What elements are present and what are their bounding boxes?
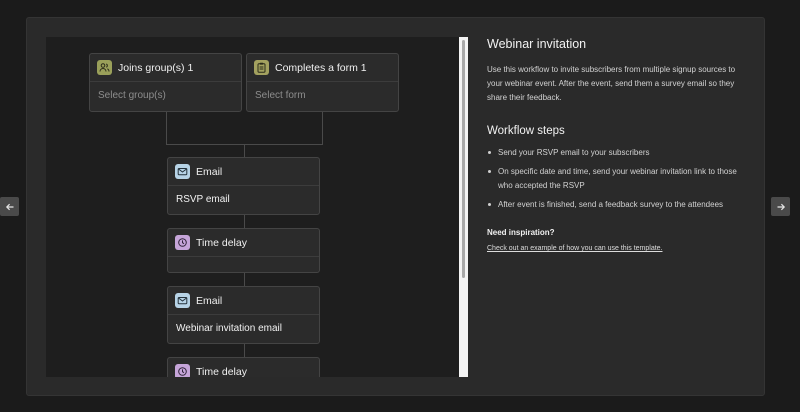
users-icon [97, 60, 112, 75]
connector-line [244, 344, 245, 358]
workflow-steps-list: Send your RSVP email to your subscribers… [487, 146, 747, 212]
step-type: Time delay [196, 236, 247, 249]
workflow-canvas[interactable]: Joins group(s) 1 Select group(s) Complet… [46, 37, 467, 377]
previous-template-button[interactable] [0, 197, 19, 216]
form-icon [254, 60, 269, 75]
step-type: Time delay [196, 365, 247, 378]
connector-line [244, 144, 245, 158]
connector-line [166, 112, 167, 144]
step-email-webinar-invitation[interactable]: Email Webinar invitation email [167, 286, 320, 344]
envelope-icon [175, 164, 190, 179]
step-time-delay[interactable]: Time delay [167, 357, 320, 377]
select-groups-field[interactable]: Select group(s) [98, 90, 166, 101]
step-detail: Webinar invitation email [176, 323, 282, 334]
step-detail: RSVP email [176, 194, 230, 205]
trigger-title: Completes a form 1 [275, 61, 367, 74]
next-template-button[interactable] [771, 197, 790, 216]
step-email-rsvp[interactable]: Email RSVP email [167, 157, 320, 215]
list-item: On specific date and time, send your web… [487, 165, 747, 193]
step-type: Email [196, 294, 223, 307]
list-item: After event is finished, send a feedback… [487, 198, 747, 212]
step-time-delay[interactable]: Time delay [167, 228, 320, 273]
step-type: Email [196, 165, 223, 178]
trigger-title: Joins group(s) 1 [118, 61, 194, 74]
trigger-joins-group[interactable]: Joins group(s) 1 Select group(s) [89, 53, 242, 112]
envelope-icon [175, 293, 190, 308]
trigger-completes-form[interactable]: Completes a form 1 Select form [246, 53, 399, 112]
list-item: Send your RSVP email to your subscribers [487, 146, 747, 160]
workflow-steps-heading: Workflow steps [487, 125, 565, 137]
connector-line [244, 273, 245, 287]
scrollbar-thumb[interactable] [462, 40, 465, 278]
template-description: Use this workflow to invite subscribers … [487, 65, 736, 102]
select-form-field[interactable]: Select form [255, 90, 306, 101]
connector-line [322, 112, 323, 144]
canvas-scrollbar[interactable] [459, 37, 468, 377]
clock-icon [175, 364, 190, 377]
clock-icon [175, 235, 190, 250]
connector-line [244, 215, 245, 229]
inspiration-heading: Need inspiration? [487, 228, 555, 237]
template-title: Webinar invitation [487, 37, 587, 51]
arrow-right-icon [777, 203, 785, 210]
template-info-panel: Webinar invitation Use this workflow to … [487, 37, 747, 255]
arrow-left-icon [5, 203, 13, 210]
inspiration-example-link[interactable]: Check out an example of how you can use … [487, 245, 663, 252]
